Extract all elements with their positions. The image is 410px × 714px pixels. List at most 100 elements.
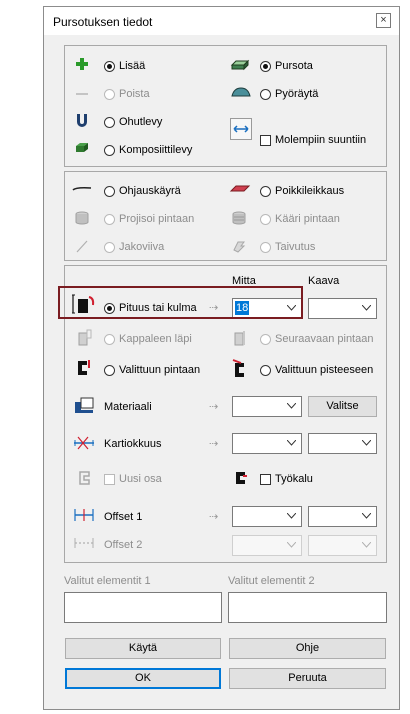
close-button[interactable]: × — [376, 13, 391, 28]
help-button[interactable]: Ohje — [229, 638, 386, 659]
tool-icon — [236, 472, 247, 484]
minus-icon — [76, 93, 88, 95]
add-radio[interactable] — [104, 61, 115, 72]
chevron-down-icon — [287, 513, 296, 519]
offset2-value-combo[interactable] — [232, 535, 302, 556]
select-material-button[interactable]: Valitse — [308, 396, 377, 417]
chevron-down-icon — [362, 305, 371, 311]
selected-point-label: Valittuun pisteeseen — [275, 364, 374, 376]
selected-point-radio[interactable] — [260, 365, 271, 376]
split-line-icon — [76, 240, 88, 253]
project-surface-radio[interactable] — [104, 214, 115, 225]
extrude-dialog: Pursotuksen tiedot × Lisää Poista Ohutle… — [43, 6, 400, 710]
tool-label: Työkalu — [275, 473, 313, 485]
revolve-radio[interactable] — [260, 89, 271, 100]
offset1-arrow-icon: ⇢ — [209, 511, 219, 523]
selected-point-icon — [232, 359, 244, 377]
new-part-checkbox[interactable] — [104, 474, 115, 485]
revolve-label: Pyöräytä — [275, 88, 319, 100]
wrap-surface-radio[interactable] — [260, 214, 271, 225]
cross-section-label: Poikkileikkaus — [275, 185, 345, 197]
next-face-icon — [234, 331, 245, 346]
bend-icon — [233, 241, 246, 253]
new-part-icon — [79, 471, 90, 485]
through-part-radio[interactable] — [104, 334, 115, 345]
project-surface-icon — [75, 211, 89, 225]
selected-face-label: Valittuun pintaan — [119, 364, 201, 376]
offset2-icon — [74, 538, 94, 548]
revolve-icon — [231, 87, 251, 97]
extrude-icon — [230, 59, 250, 71]
split-line-radio[interactable] — [104, 242, 115, 253]
thin-label: Ohutlevy — [119, 116, 163, 128]
through-part-icon — [78, 329, 92, 346]
chevron-down-icon — [362, 542, 371, 548]
ok-button[interactable]: OK — [65, 668, 221, 689]
title-bar: Pursotuksen tiedot × — [44, 7, 399, 35]
offset2-formula-combo[interactable] — [308, 535, 377, 556]
double-arrow-icon — [233, 125, 249, 133]
material-combo[interactable] — [232, 396, 302, 417]
guide-curve-icon — [72, 187, 92, 191]
apply-button[interactable]: Käytä — [65, 638, 221, 659]
highlight-box — [58, 286, 303, 319]
path-frame: Ohjauskäyrä Projisoi pintaan Jakoviiva P… — [64, 171, 387, 261]
dialog-title: Pursotuksen tiedot — [53, 15, 153, 29]
add-label: Lisää — [119, 60, 146, 72]
selected-elements-2-field[interactable] — [228, 592, 387, 623]
composite-label: Komposiittilevy — [119, 144, 193, 156]
split-line-label: Jakoviiva — [119, 241, 165, 253]
formula-column-header: Kaava — [308, 275, 340, 287]
wrap-surface-icon — [232, 211, 246, 225]
cancel-button[interactable]: Peruuta — [229, 668, 386, 689]
offset2-label: Offset 2 — [104, 539, 143, 551]
chevron-down-icon — [287, 440, 296, 446]
offset1-label: Offset 1 — [104, 511, 143, 523]
chevron-down-icon — [362, 513, 371, 519]
remove-label: Poista — [119, 88, 150, 100]
selected-elements-2-label: Valitut elementit 2 — [228, 575, 315, 587]
cross-section-radio[interactable] — [260, 186, 271, 197]
bend-label: Taivutus — [275, 241, 316, 253]
taper-arrow-icon: ⇢ — [209, 438, 219, 450]
taper-value-combo[interactable] — [232, 433, 302, 454]
new-part-label: Uusi osa — [119, 473, 162, 485]
thin-radio[interactable] — [104, 117, 115, 128]
project-surface-label: Projisoi pintaan — [119, 213, 195, 225]
wrap-surface-label: Kääri pintaan — [275, 213, 340, 225]
thin-sheet-icon — [77, 114, 87, 127]
next-face-radio[interactable] — [260, 334, 271, 345]
offset1-icon — [74, 509, 94, 521]
material-icon — [75, 397, 94, 413]
next-face-label: Seuraavaan pintaan — [275, 333, 374, 345]
taper-formula-combo[interactable] — [308, 433, 377, 454]
remove-radio[interactable] — [104, 89, 115, 100]
guide-curve-radio[interactable] — [104, 186, 115, 197]
guide-curve-label: Ohjauskäyrä — [119, 185, 181, 197]
offset1-formula-combo[interactable] — [308, 506, 377, 527]
selected-face-radio[interactable] — [104, 365, 115, 376]
composite-sheet-icon — [76, 143, 88, 152]
selected-elements-1-field[interactable] — [64, 592, 222, 623]
offset1-value-combo[interactable] — [232, 506, 302, 527]
taper-icon — [74, 436, 94, 450]
material-label: Materiaali — [104, 401, 152, 413]
chevron-down-icon — [287, 542, 296, 548]
taper-label: Kartiokkuus — [104, 438, 162, 450]
both-directions-check[interactable] — [260, 135, 271, 146]
extrude-radio[interactable] — [260, 61, 271, 72]
material-arrow-icon: ⇢ — [209, 401, 219, 413]
composite-radio[interactable] — [104, 145, 115, 156]
through-part-label: Kappaleen läpi — [119, 333, 192, 345]
tool-checkbox[interactable] — [260, 474, 271, 485]
both-directions-button[interactable] — [230, 118, 252, 140]
selected-elements-1-label: Valitut elementit 1 — [64, 575, 151, 587]
bend-radio[interactable] — [260, 242, 271, 253]
length-formula-combo[interactable] — [308, 298, 377, 319]
chevron-down-icon — [362, 440, 371, 446]
plus-icon — [76, 58, 88, 70]
both-directions-label: Molempiin suuntiin — [275, 134, 367, 146]
extrude-label: Pursota — [275, 60, 313, 72]
selected-face-icon — [78, 360, 90, 375]
mode-frame: Lisää Poista Ohutlevy Komposiittilevy Pu… — [64, 45, 387, 167]
